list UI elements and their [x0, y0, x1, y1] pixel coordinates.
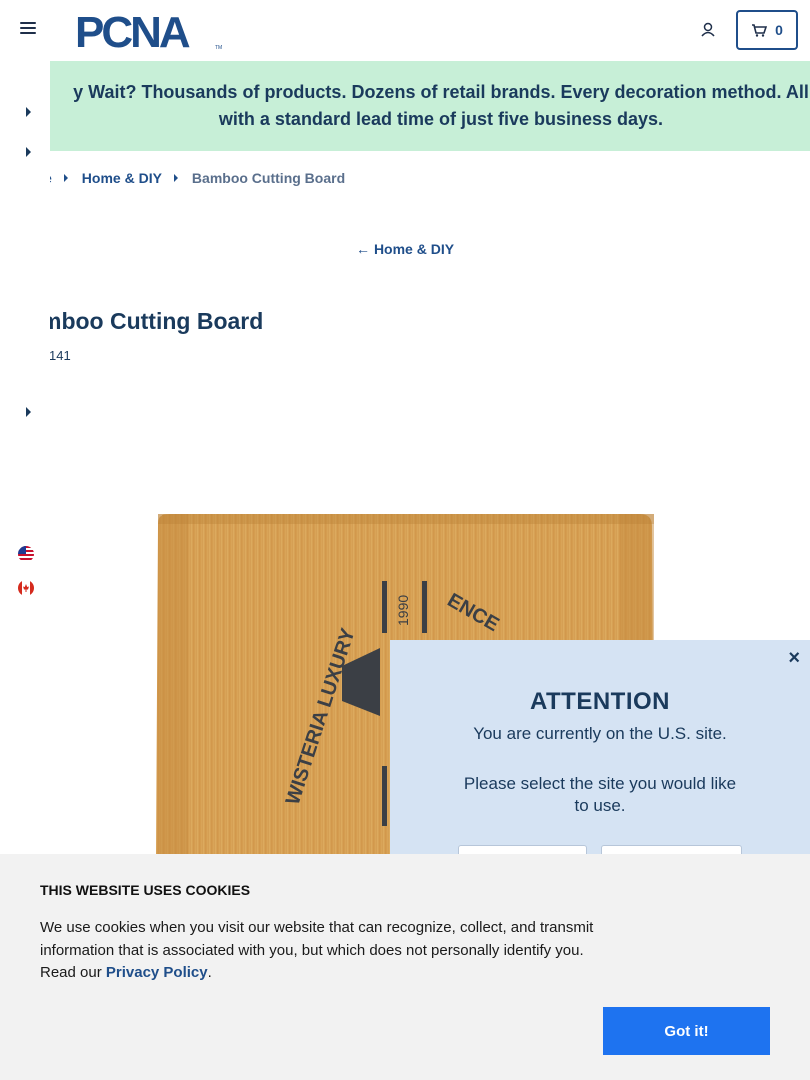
breadcrumb-separator-icon — [173, 174, 178, 182]
site-header: PCNA TM 0 — [0, 0, 810, 61]
pcna-logo-image: PCNA TM — [75, 9, 222, 51]
expand-arrow-icon[interactable] — [26, 107, 32, 117]
breadcrumb-separator-icon — [63, 174, 68, 182]
back-to-category-link[interactable]: ← Home & DIY — [0, 241, 810, 257]
promo-line-1: y Wait? Thousands of products. Dozens of… — [73, 82, 809, 102]
promo-text: y Wait? Thousands of products. Dozens of… — [73, 79, 809, 133]
svg-text:TM: TM — [215, 45, 222, 51]
pcna-logo[interactable]: PCNA TM — [75, 9, 225, 51]
us-flag-icon[interactable] — [18, 546, 34, 562]
cart-count: 0 — [775, 22, 783, 38]
side-menu-rail — [0, 61, 50, 861]
cart-icon — [752, 24, 768, 37]
product-sku: 141 — [49, 348, 71, 363]
attention-current-site: You are currently on the U.S. site. — [473, 724, 727, 743]
back-link-label: Home & DIY — [373, 241, 455, 257]
breadcrumb-category[interactable]: Home & DIY — [82, 170, 162, 186]
expand-arrow-icon[interactable] — [26, 407, 32, 417]
attention-title: ATTENTION — [529, 688, 671, 715]
account-user-icon[interactable] — [698, 20, 718, 40]
cart-button[interactable]: 0 — [736, 10, 798, 50]
expand-arrow-icon[interactable] — [26, 147, 32, 157]
svg-text:PCNA: PCNA — [75, 9, 190, 51]
hamburger-menu-icon[interactable] — [20, 22, 36, 38]
privacy-policy-link[interactable]: Privacy Policy — [106, 964, 208, 981]
product-title: mboo Cutting Board — [41, 308, 264, 334]
board-logo-year: 1990 — [395, 595, 411, 626]
promo-banner: y Wait? Thousands of products. Dozens of… — [0, 61, 810, 151]
cookie-title: THIS WEBSITE USES COOKIES — [40, 882, 251, 898]
cookie-period: . — [207, 964, 212, 981]
cookie-banner: THIS WEBSITE USES COOKIES We use cookies… — [0, 854, 810, 1080]
canada-flag-icon[interactable] — [18, 580, 34, 596]
cookie-message: We use cookies when you visit our websit… — [40, 917, 610, 985]
breadcrumb: e Home & DIY Bamboo Cutting Board — [44, 170, 345, 186]
attention-instruction: Please select the site you would like to… — [463, 774, 737, 815]
close-icon[interactable]: × — [788, 648, 800, 668]
accept-cookies-button[interactable]: Got it! — [603, 1007, 770, 1055]
breadcrumb-current: Bamboo Cutting Board — [191, 170, 346, 186]
back-arrow-icon: ← — [355, 241, 370, 257]
site-selector-dialog: × ATTENTION You are currently on the U.S… — [390, 640, 810, 865]
promo-line-2: with a standard lead time of just five b… — [218, 109, 664, 129]
